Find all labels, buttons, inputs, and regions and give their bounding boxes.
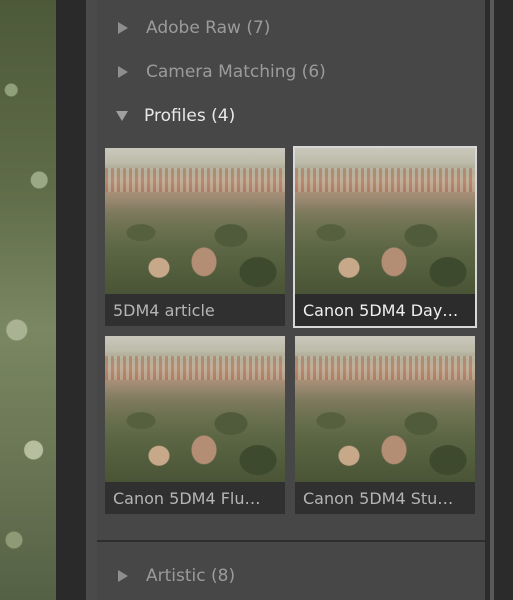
- group-artistic[interactable]: Artistic (8): [110, 562, 235, 590]
- group-camera-matching[interactable]: Camera Matching (6): [110, 58, 326, 86]
- group-label: Adobe Raw (7): [146, 18, 271, 38]
- group-adobe-raw[interactable]: Adobe Raw (7): [110, 14, 270, 42]
- group-label: Camera Matching (6): [146, 62, 326, 82]
- expand-triangle-icon: [118, 22, 128, 34]
- profile-thumbnail[interactable]: Canon 5DM4 Stu…: [295, 336, 475, 514]
- group-label: Artistic (8): [146, 566, 236, 586]
- background-photo: [0, 0, 56, 600]
- expand-triangle-icon: [118, 570, 128, 582]
- profile-label: 5DM4 article: [105, 294, 285, 326]
- profile-label: Canon 5DM4 Flu…: [105, 482, 285, 514]
- panel-right-border: [485, 0, 513, 600]
- profile-thumbnail-selected[interactable]: Canon 5DM4 Day…: [293, 146, 477, 328]
- expand-triangle-icon: [118, 66, 128, 78]
- profile-preview-image: [105, 148, 285, 294]
- profile-preview-image: [295, 148, 475, 294]
- profile-preview-image: [295, 336, 475, 482]
- profile-label: Canon 5DM4 Stu…: [295, 482, 475, 514]
- collapse-triangle-icon: [116, 111, 128, 121]
- profile-thumbnail[interactable]: 5DM4 article: [105, 148, 285, 326]
- profile-preview-image: [105, 336, 285, 482]
- profile-thumbnail[interactable]: Canon 5DM4 Flu…: [105, 336, 285, 514]
- group-label: Profiles (4): [144, 106, 236, 126]
- profile-label: Canon 5DM4 Day…: [295, 294, 475, 326]
- group-profiles[interactable]: Profiles (4): [110, 102, 235, 130]
- panel-left-border: [56, 0, 97, 600]
- section-divider: [97, 540, 485, 542]
